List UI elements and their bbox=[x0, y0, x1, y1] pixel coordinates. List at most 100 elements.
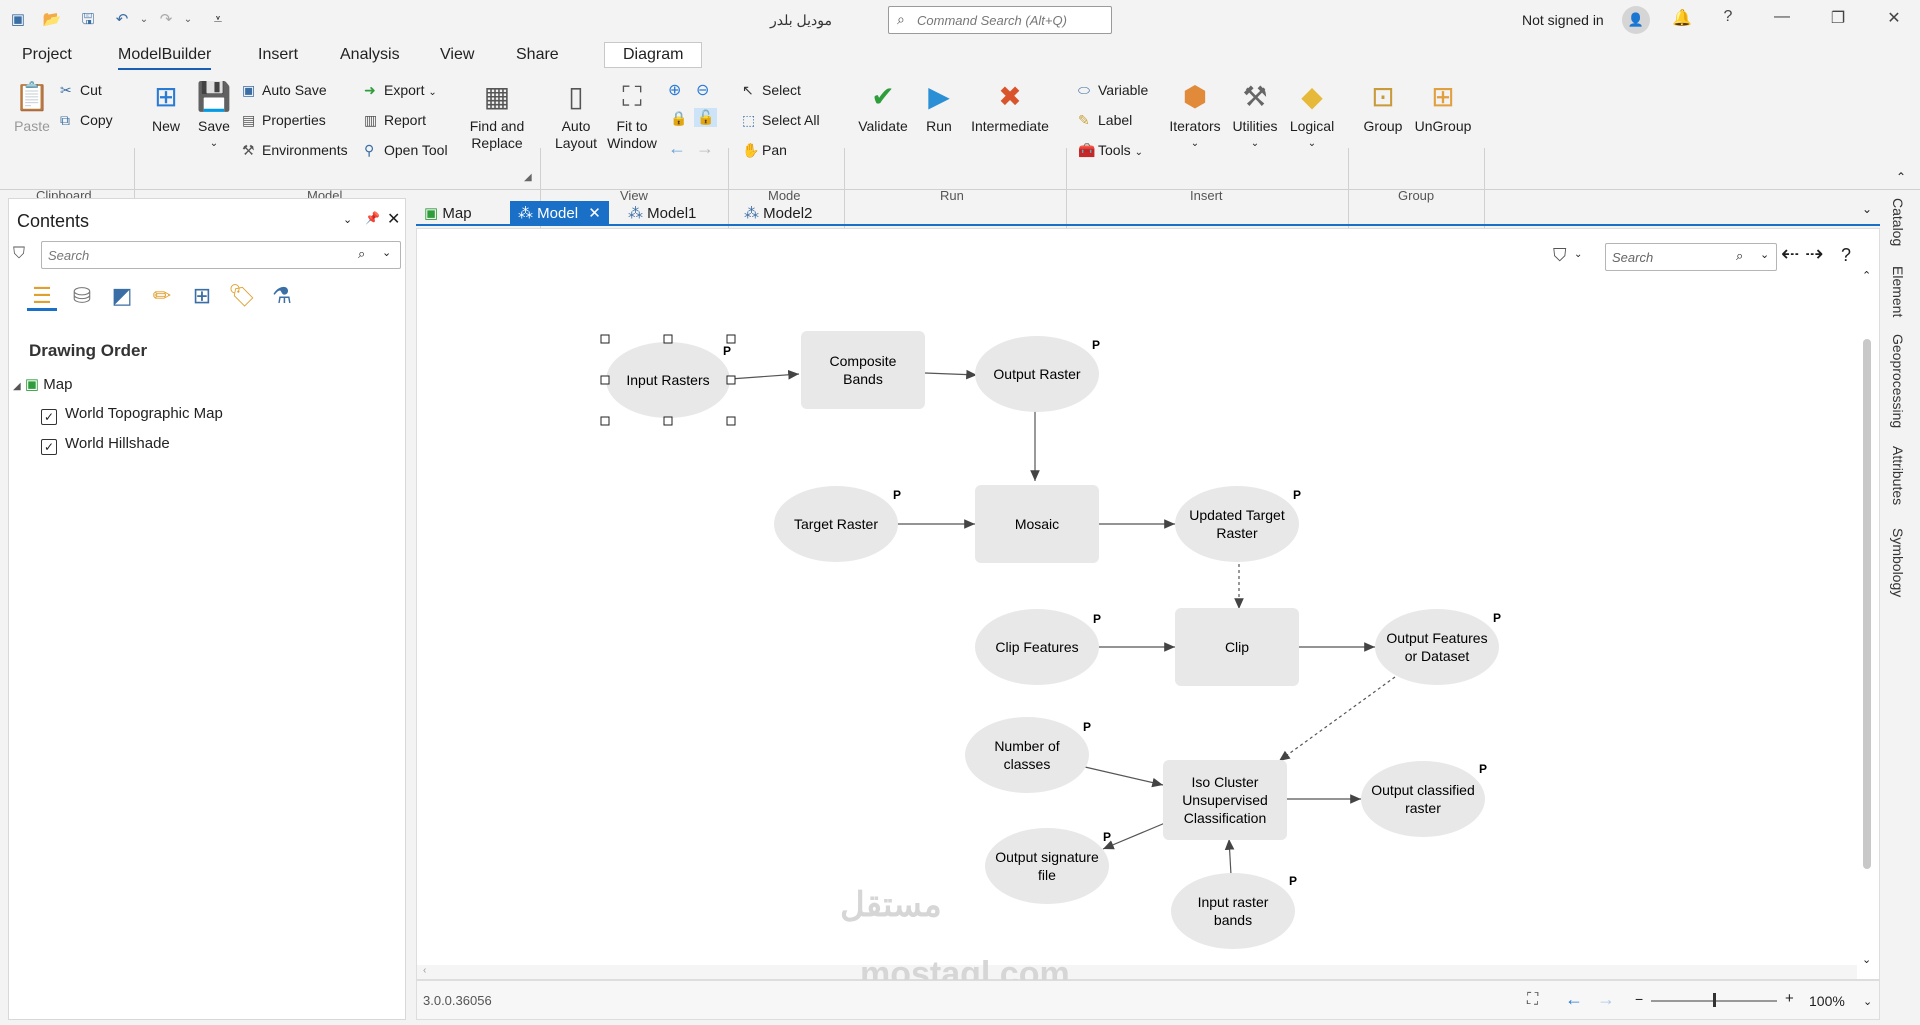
node-clip-features[interactable]: Clip Features P bbox=[975, 609, 1101, 685]
dock-tab-geoprocessing[interactable]: Geoprocessing bbox=[1890, 334, 1906, 428]
pan-button[interactable]: ✋ Pan bbox=[742, 142, 787, 159]
collapse-triangle-icon[interactable]: ◢ bbox=[13, 381, 21, 392]
zoom-level[interactable]: 100% bbox=[1809, 993, 1845, 1009]
report-button[interactable]: ▥ Report bbox=[364, 112, 426, 129]
minimize-icon[interactable]: — bbox=[1770, 8, 1794, 26]
intermediate-button[interactable]: ✖ Intermediate bbox=[964, 78, 1056, 135]
layer-world-topographic[interactable]: ✓ World Topographic Map bbox=[41, 405, 223, 425]
node-output-features[interactable]: Output Features or Dataset P bbox=[1375, 609, 1501, 685]
filter-icon[interactable]: ⛉ bbox=[13, 245, 25, 263]
collapse-ribbon-icon[interactable]: ⌃ bbox=[1896, 170, 1906, 184]
node-mosaic[interactable]: Mosaic bbox=[975, 485, 1099, 563]
list-by-drawing-order-icon[interactable]: ☰ bbox=[27, 281, 57, 311]
validate-button[interactable]: ✔ Validate bbox=[852, 78, 914, 135]
view-tab-model[interactable]: ⁂ Model ✕ bbox=[510, 201, 609, 226]
find-replace-button[interactable]: ▦ Find and Replace bbox=[466, 78, 528, 152]
tab-view[interactable]: View bbox=[440, 46, 474, 64]
close-window-icon[interactable]: ✕ bbox=[1882, 8, 1906, 28]
previous-extent-icon[interactable]: ← bbox=[668, 138, 686, 159]
variable-button[interactable]: ⬭ Variable bbox=[1078, 82, 1148, 99]
logical-button[interactable]: ◆ Logical ⌄ bbox=[1282, 78, 1342, 152]
environments-button[interactable]: ⚒ Environments bbox=[242, 142, 348, 159]
select-button[interactable]: ↖ Select bbox=[742, 82, 801, 99]
node-output-raster[interactable]: Output Raster P bbox=[975, 336, 1100, 412]
help-icon[interactable]: ? bbox=[1716, 8, 1740, 26]
node-composite-bands[interactable]: Composite Bands bbox=[801, 331, 925, 409]
list-by-editing-icon[interactable]: ✏ bbox=[147, 281, 177, 311]
sign-in-status[interactable]: Not signed in bbox=[1522, 12, 1604, 28]
node-clip[interactable]: Clip bbox=[1175, 608, 1299, 686]
tab-modelbuilder[interactable]: ModelBuilder bbox=[118, 46, 212, 70]
layer-visibility-checkbox[interactable]: ✓ bbox=[41, 409, 57, 425]
restore-icon[interactable]: ❐ bbox=[1826, 8, 1850, 28]
undo-dropdown-icon[interactable]: ⌄ bbox=[134, 10, 154, 30]
connector-iso-to-signature[interactable] bbox=[1102, 822, 1166, 850]
close-tab-icon[interactable]: ✕ bbox=[588, 205, 601, 222]
zoom-in-icon[interactable]: + bbox=[1785, 990, 1794, 1007]
command-search-input[interactable]: ⌕ Command Search (Alt+Q) bbox=[888, 6, 1112, 34]
vertical-scrollbar[interactable]: ⌃ ⌄ bbox=[1860, 269, 1874, 969]
cut-button[interactable]: ✂ Cut bbox=[60, 82, 102, 99]
undo-icon[interactable]: ↶ bbox=[112, 10, 132, 30]
avatar-icon[interactable]: 👤 bbox=[1622, 6, 1650, 34]
list-by-perspective-icon[interactable]: ⚗ bbox=[267, 281, 297, 311]
pane-options-icon[interactable]: ⌄ bbox=[343, 213, 352, 226]
copy-button[interactable]: ⧉ Copy bbox=[60, 112, 113, 129]
pin-icon[interactable]: 📌 bbox=[365, 211, 380, 225]
layer-world-hillshade[interactable]: ✓ World Hillshade bbox=[41, 435, 170, 455]
close-pane-icon[interactable]: ✕ bbox=[387, 209, 400, 229]
properties-button[interactable]: ▤ Properties bbox=[242, 112, 326, 129]
horizontal-scrollbar[interactable]: ‹ bbox=[417, 965, 1857, 979]
contents-search-input[interactable]: Search ⌕ ⌄ bbox=[41, 241, 401, 269]
tools-button[interactable]: 🧰 Tools ⌄ bbox=[1078, 142, 1143, 159]
fit-extent-icon[interactable]: ⛶ bbox=[1527, 991, 1538, 1009]
redo-icon[interactable]: ↷ bbox=[156, 10, 176, 30]
connector-classes-to-iso[interactable] bbox=[1084, 766, 1164, 788]
zoom-in-icon[interactable]: ⊕ bbox=[668, 80, 681, 100]
scroll-left-icon[interactable]: ‹ bbox=[423, 965, 426, 976]
node-input-raster-bands[interactable]: Input raster bands P bbox=[1171, 873, 1297, 949]
layer-visibility-checkbox[interactable]: ✓ bbox=[41, 439, 57, 455]
connector-features-to-iso[interactable] bbox=[1278, 676, 1396, 762]
save-model-button[interactable]: 💾 Save ⌄ bbox=[194, 78, 234, 152]
scrollbar-thumb[interactable] bbox=[1863, 339, 1871, 869]
auto-layout-button[interactable]: ▯ Auto Layout bbox=[554, 78, 598, 152]
node-number-of-classes[interactable]: Number of classes P bbox=[965, 717, 1091, 793]
tabs-dropdown-icon[interactable]: ⌄ bbox=[1862, 202, 1872, 216]
unlock-icon[interactable]: 🔓 bbox=[694, 108, 718, 127]
tab-insert[interactable]: Insert bbox=[258, 46, 298, 64]
open-project-icon[interactable]: 📂 bbox=[42, 10, 62, 30]
zoom-dropdown-icon[interactable]: ⌄ bbox=[1863, 995, 1872, 1008]
dock-tab-catalog[interactable]: Catalog bbox=[1890, 198, 1906, 246]
export-button[interactable]: ➜ Export ⌄ bbox=[364, 82, 437, 99]
zoom-slider-thumb[interactable] bbox=[1713, 993, 1716, 1007]
node-target-raster[interactable]: Target Raster P bbox=[774, 486, 901, 562]
dock-tab-symbology[interactable]: Symbology bbox=[1890, 528, 1906, 597]
paste-button[interactable]: 📋 Paste bbox=[12, 78, 52, 135]
iterators-button[interactable]: ⬢ Iterators ⌄ bbox=[1164, 78, 1226, 152]
view-tab-model1[interactable]: ⁂ Model1 bbox=[620, 201, 704, 226]
select-all-button[interactable]: ⬚ Select All bbox=[742, 112, 820, 129]
view-tab-model2[interactable]: ⁂ Model2 bbox=[736, 201, 820, 226]
list-by-labeling-icon[interactable]: 🏷 bbox=[227, 281, 257, 311]
list-by-snapping-icon[interactable]: ⊞ bbox=[187, 281, 217, 311]
dock-tab-attributes[interactable]: Attributes bbox=[1890, 446, 1906, 505]
new-model-button[interactable]: ⊞ New bbox=[144, 78, 188, 135]
node-output-signature-file[interactable]: Output signature file P bbox=[985, 828, 1111, 904]
open-tool-button[interactable]: ⚲ Open Tool bbox=[364, 142, 448, 159]
customize-toolbar-icon[interactable]: ⩡ bbox=[208, 10, 228, 30]
scroll-down-icon[interactable]: ⌄ bbox=[1862, 953, 1871, 966]
zoom-out-icon[interactable]: ⊖ bbox=[696, 80, 709, 100]
list-by-source-icon[interactable]: ⛁ bbox=[67, 281, 97, 311]
tab-diagram[interactable]: Diagram bbox=[604, 42, 703, 68]
lock-icon[interactable]: 🔒 bbox=[670, 110, 687, 127]
model-launcher-icon[interactable]: ◢ bbox=[524, 172, 532, 183]
notification-bell-icon[interactable]: 🔔 bbox=[1670, 8, 1694, 28]
tab-project[interactable]: Project bbox=[22, 46, 72, 64]
next-view-icon[interactable]: → bbox=[1597, 989, 1615, 1010]
list-by-selection-icon[interactable]: ◩ bbox=[107, 281, 137, 311]
dock-tab-element[interactable]: Element bbox=[1890, 266, 1906, 317]
group-button[interactable]: ⊡ Group bbox=[1358, 78, 1408, 135]
zoom-out-icon[interactable]: − bbox=[1635, 991, 1643, 1007]
connector-bands-to-iso[interactable] bbox=[1224, 838, 1235, 876]
